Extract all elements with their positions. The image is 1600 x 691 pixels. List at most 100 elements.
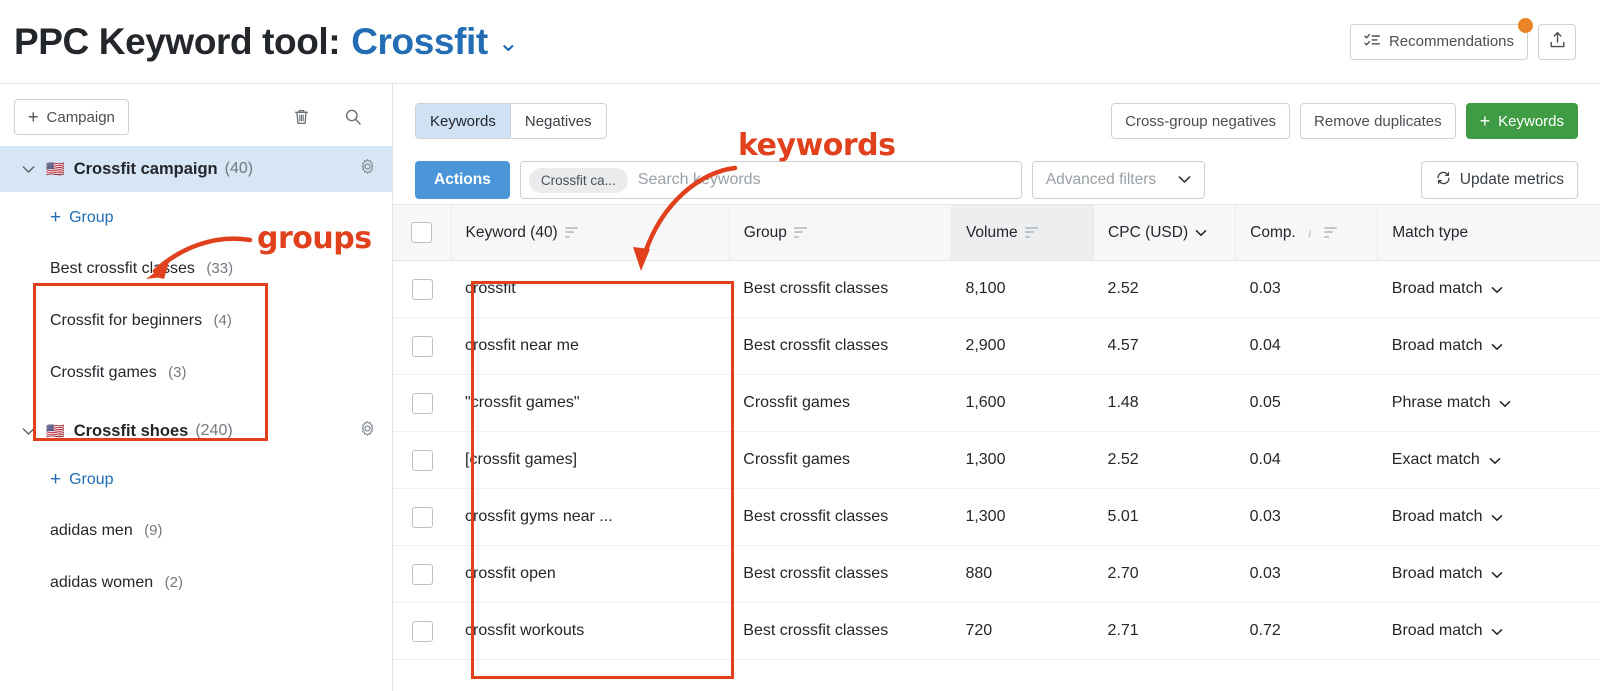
- row-checkbox[interactable]: [412, 336, 433, 357]
- update-metrics-button[interactable]: Update metrics: [1421, 161, 1578, 199]
- cell-keyword[interactable]: crossfit: [451, 261, 729, 318]
- chevron-down-icon[interactable]: ⌄: [498, 31, 519, 56]
- table-row[interactable]: "crossfit games" Crossfit games 1,600 1.…: [393, 375, 1600, 432]
- row-checkbox[interactable]: [412, 450, 433, 471]
- cell-volume: 2,900: [951, 318, 1093, 375]
- search-scope-chip[interactable]: Crossfit ca...: [529, 168, 628, 193]
- chevron-down-icon[interactable]: [1491, 625, 1503, 638]
- ppc-keyword-tool-page: PPC Keyword tool: Crossfit ⌄: [0, 0, 1600, 691]
- cell-match-type[interactable]: Broad match: [1378, 489, 1600, 546]
- gear-icon[interactable]: [359, 420, 376, 442]
- cell-keyword[interactable]: crossfit workouts: [451, 603, 729, 660]
- add-group-button-campaign-0[interactable]: + Group: [0, 192, 392, 243]
- info-icon[interactable]: i: [1303, 226, 1317, 240]
- select-all-header: [393, 205, 451, 261]
- chevron-down-icon[interactable]: [1491, 340, 1503, 353]
- cell-volume: 880: [951, 546, 1093, 603]
- row-select-cell: [393, 318, 451, 375]
- cell-keyword[interactable]: crossfit open: [451, 546, 729, 603]
- actions-button[interactable]: Actions: [415, 161, 510, 199]
- cell-cpc: 4.57: [1094, 318, 1236, 375]
- row-checkbox[interactable]: [412, 564, 433, 585]
- chevron-down-icon[interactable]: [22, 424, 34, 439]
- match-type-label: Broad match: [1392, 337, 1483, 355]
- country-flag-icon: 🇺🇸: [46, 162, 65, 177]
- table-row[interactable]: crossfit near me Best crossfit classes 2…: [393, 318, 1600, 375]
- row-checkbox[interactable]: [412, 393, 433, 414]
- sidebar-campaign-crossfit-shoes[interactable]: 🇺🇸 Crossfit shoes (240): [0, 408, 392, 454]
- add-group-button-campaign-1[interactable]: + Group: [0, 454, 392, 505]
- table-row[interactable]: crossfit gyms near ... Best crossfit cla…: [393, 489, 1600, 546]
- row-checkbox[interactable]: [412, 279, 433, 300]
- column-header-match-type[interactable]: Match type: [1378, 205, 1600, 261]
- sidebar-group-adidas-men[interactable]: adidas men (9): [0, 505, 392, 557]
- select-all-checkbox[interactable]: [411, 222, 432, 243]
- sidebar-group-crossfit-games[interactable]: Crossfit games (3): [0, 347, 392, 399]
- tab-negatives[interactable]: Negatives: [511, 104, 606, 138]
- table-body: crossfit Best crossfit classes 8,100 2.5…: [393, 261, 1600, 660]
- sidebar-group-best-crossfit-classes[interactable]: Best crossfit classes (33): [0, 243, 392, 295]
- chevron-down-icon[interactable]: [1491, 511, 1503, 524]
- cell-keyword[interactable]: [crossfit games]: [451, 432, 729, 489]
- search-icon[interactable]: [342, 106, 364, 128]
- column-header-keyword[interactable]: Keyword (40): [451, 205, 729, 261]
- chevron-down-icon[interactable]: [1499, 397, 1511, 410]
- cell-match-type[interactable]: Phrase match: [1378, 375, 1600, 432]
- row-checkbox[interactable]: [412, 507, 433, 528]
- cross-group-negatives-button[interactable]: Cross-group negatives: [1111, 103, 1290, 139]
- sort-icon[interactable]: [1324, 227, 1337, 238]
- row-checkbox[interactable]: [412, 621, 433, 642]
- cell-match-type[interactable]: Broad match: [1378, 603, 1600, 660]
- chevron-down-icon[interactable]: [22, 162, 34, 177]
- cell-volume: 1,600: [951, 375, 1093, 432]
- search-keywords-box[interactable]: Crossfit ca...: [520, 161, 1022, 199]
- table-row[interactable]: [crossfit games] Crossfit games 1,300 2.…: [393, 432, 1600, 489]
- cell-comp: 0.04: [1236, 432, 1378, 489]
- gear-icon[interactable]: [359, 158, 376, 180]
- table-row[interactable]: crossfit open Best crossfit classes 880 …: [393, 546, 1600, 603]
- group-count: (33): [206, 260, 233, 277]
- export-button[interactable]: [1538, 24, 1576, 60]
- plus-icon: +: [50, 470, 61, 489]
- sidebar-campaign-crossfit-campaign[interactable]: 🇺🇸 Crossfit campaign (40): [0, 146, 392, 192]
- search-input[interactable]: [636, 170, 1013, 190]
- sort-icon[interactable]: [1025, 227, 1038, 238]
- group-name: adidas women: [50, 574, 153, 591]
- sidebar-group-crossfit-for-beginners[interactable]: Crossfit for beginners (4): [0, 295, 392, 347]
- table-row[interactable]: crossfit Best crossfit classes 8,100 2.5…: [393, 261, 1600, 318]
- add-campaign-button[interactable]: + Campaign: [14, 99, 129, 135]
- cell-keyword[interactable]: crossfit gyms near ...: [451, 489, 729, 546]
- cell-keyword[interactable]: crossfit near me: [451, 318, 729, 375]
- recommendations-button[interactable]: Recommendations: [1350, 24, 1528, 60]
- cell-keyword[interactable]: "crossfit games": [451, 375, 729, 432]
- chevron-down-icon[interactable]: [1489, 454, 1501, 467]
- remove-duplicates-button[interactable]: Remove duplicates: [1300, 103, 1456, 139]
- cell-match-type[interactable]: Broad match: [1378, 546, 1600, 603]
- row-select-cell: [393, 432, 451, 489]
- sidebar-group-adidas-women[interactable]: adidas women (2): [0, 557, 392, 609]
- plus-icon: +: [50, 208, 61, 227]
- add-keywords-button[interactable]: + Keywords: [1466, 103, 1578, 139]
- chevron-down-icon[interactable]: [1195, 224, 1207, 242]
- project-name[interactable]: Crossfit: [351, 21, 488, 63]
- plus-icon: +: [28, 107, 39, 128]
- column-header-volume[interactable]: Volume: [951, 205, 1093, 261]
- app-body: + Campaign: [0, 84, 1600, 691]
- trash-icon[interactable]: [290, 106, 312, 128]
- column-header-comp[interactable]: Comp. i: [1236, 205, 1378, 261]
- column-header-cpc[interactable]: CPC (USD): [1094, 205, 1236, 261]
- cell-cpc: 2.52: [1094, 432, 1236, 489]
- advanced-filters-button[interactable]: Advanced filters: [1032, 161, 1205, 199]
- tab-keywords[interactable]: Keywords: [416, 104, 511, 138]
- chevron-down-icon[interactable]: [1491, 283, 1503, 296]
- cell-group: Best crossfit classes: [729, 489, 951, 546]
- cell-match-type[interactable]: Exact match: [1378, 432, 1600, 489]
- cell-match-type[interactable]: Broad match: [1378, 318, 1600, 375]
- chevron-down-icon[interactable]: [1491, 568, 1503, 581]
- sort-icon[interactable]: [794, 227, 807, 238]
- sort-icon[interactable]: [565, 227, 578, 238]
- cell-match-type[interactable]: Broad match: [1378, 261, 1600, 318]
- column-header-group[interactable]: Group: [729, 205, 951, 261]
- table-row[interactable]: crossfit workouts Best crossfit classes …: [393, 603, 1600, 660]
- sidebar-toolbar: + Campaign: [0, 84, 392, 146]
